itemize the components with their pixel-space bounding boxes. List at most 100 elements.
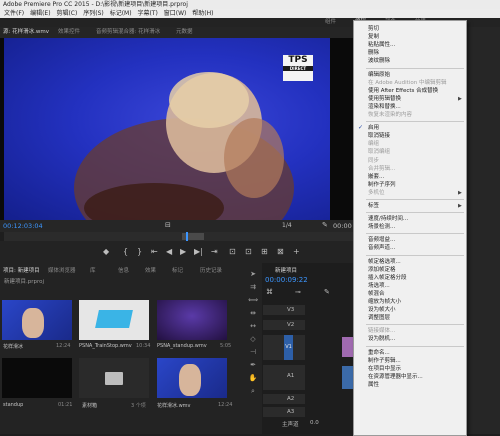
tab-effect-controls[interactable]: 效果控件 — [58, 27, 80, 38]
add-marker-icon[interactable]: ◆ — [103, 247, 109, 256]
video-frame[interactable] — [4, 38, 330, 220]
tab-markers[interactable]: 标记 — [172, 266, 183, 274]
menu-item[interactable]: 启用 — [368, 124, 379, 132]
step-forward-icon[interactable]: ▶| — [194, 247, 203, 256]
clip-thumbnail[interactable] — [2, 358, 72, 398]
menu-item[interactable]: 粘贴属性... — [368, 41, 395, 49]
menu-item[interactable]: 取消链接 — [368, 132, 390, 140]
menu-file[interactable]: 文件(F) — [4, 9, 24, 18]
menu-item[interactable]: 删除 — [368, 49, 379, 57]
source-scrubber[interactable] — [4, 232, 354, 241]
menu-item[interactable]: 嵌套... — [368, 173, 384, 181]
rolling-edit-tool-icon[interactable]: ⇹ — [248, 309, 258, 318]
menu-title[interactable]: 字幕(T) — [137, 9, 157, 18]
menu-item[interactable]: 波纹删除 — [368, 57, 390, 65]
tab-sequence[interactable]: 新建项目 — [275, 266, 297, 274]
menu-item[interactable]: 音频声道... — [368, 244, 395, 252]
go-to-in-icon[interactable]: ⇤ — [151, 247, 158, 256]
menu-item[interactable]: 重命名... — [368, 349, 390, 357]
mark-in-icon[interactable]: { — [123, 247, 128, 256]
tab-history[interactable]: 历史记录 — [200, 266, 222, 274]
overwrite-icon[interactable]: ⊡ — [245, 247, 252, 256]
snap-icon[interactable]: ⌘ — [266, 288, 273, 296]
clip-name[interactable]: PSNA_TrainStop.wmv — [79, 343, 132, 349]
menu-item[interactable]: 属性 — [368, 381, 379, 389]
tab-metadata[interactable]: 元数据 — [176, 27, 193, 38]
tab-libraries[interactable]: 库 — [90, 266, 96, 274]
menu-item[interactable]: 使用 After Effects 合成替换 — [368, 87, 438, 95]
linked-selection-icon[interactable]: ⊸ — [295, 288, 301, 296]
menu-marker[interactable]: 标记(M) — [110, 9, 132, 18]
menu-item[interactable]: 编辑原始 — [368, 71, 390, 79]
rate-stretch-tool-icon[interactable]: ↔ — [248, 322, 258, 331]
track-a1[interactable] — [263, 365, 305, 390]
menu-edit[interactable]: 编辑(E) — [30, 9, 50, 18]
marker-icon[interactable]: ⊟ — [165, 221, 171, 229]
slip-tool-icon[interactable]: ⊣ — [248, 348, 258, 357]
clip-thumbnail[interactable] — [157, 300, 227, 340]
menu-item[interactable]: 插入帧定格分段 — [368, 274, 407, 282]
menu-window[interactable]: 窗口(W) — [164, 9, 187, 18]
step-back-icon[interactable]: ◀ — [166, 247, 172, 256]
clip-name[interactable]: 花样滑冰.wmv — [157, 402, 191, 409]
menu-item[interactable]: 添加帧定格 — [368, 266, 396, 274]
pen-tool-icon[interactable]: ✒ — [248, 361, 258, 370]
menu-item[interactable]: 音频增益... — [368, 236, 395, 244]
menu-item[interactable]: 帧混合 — [368, 290, 385, 298]
clip-name[interactable]: standup — [3, 402, 23, 408]
menu-help[interactable]: 帮助(H) — [192, 9, 213, 18]
menu-item[interactable]: 在项目中显示 — [368, 365, 401, 373]
bin-thumbnail[interactable] — [79, 358, 149, 398]
track-select-tool-icon[interactable]: ⇉ — [248, 283, 258, 292]
menu-item[interactable]: 在资源管理器中显示... — [368, 373, 423, 381]
tab-project[interactable]: 项目: 新建项目 — [3, 266, 40, 274]
go-to-out-icon[interactable]: ⇥ — [211, 247, 218, 256]
source-timecode[interactable]: 00:12:03:04 — [3, 222, 43, 230]
track-v2[interactable] — [263, 320, 305, 330]
menu-item[interactable]: 场景检测... — [368, 223, 395, 231]
razor-tool-icon[interactable]: ◇ — [248, 335, 258, 344]
clip-name[interactable]: 花样滑冰 — [3, 343, 23, 350]
safe-margins-icon[interactable]: ⊠ — [277, 247, 284, 256]
tab-source[interactable]: 源: 花样滑冰.wmv — [3, 27, 49, 38]
play-icon[interactable]: ▶ — [180, 247, 186, 256]
menu-item[interactable]: 渲染和替换... — [368, 103, 401, 111]
menu-item[interactable]: 速度/持续时间... — [368, 215, 408, 223]
track-v3[interactable] — [263, 305, 305, 315]
menu-item[interactable]: 调整图层 — [368, 314, 390, 322]
mark-out-icon[interactable]: } — [137, 247, 142, 256]
menu-item[interactable]: 复制 — [368, 33, 379, 41]
button-editor-icon[interactable]: + — [293, 247, 300, 256]
tab-media-browser[interactable]: 媒体浏览器 — [48, 266, 76, 274]
insert-icon[interactable]: ⊡ — [229, 247, 236, 256]
zoom-tool-icon[interactable]: ⌕ — [248, 387, 258, 396]
menu-item[interactable]: 制作子序列 — [368, 181, 396, 189]
menu-item[interactable]: 设为脱机... — [368, 335, 395, 343]
menu-clip[interactable]: 剪辑(C) — [56, 9, 77, 18]
program-timecode[interactable]: 00:00 — [333, 222, 352, 230]
settings-wrench-icon[interactable]: ✎ — [324, 288, 330, 296]
fit-dropdown[interactable]: 1/4 — [282, 222, 292, 229]
clip-thumbnail[interactable] — [157, 358, 227, 398]
target-v1[interactable]: V1 — [284, 335, 293, 360]
hand-tool-icon[interactable]: ✋ — [248, 374, 258, 383]
menu-sequence[interactable]: 序列(S) — [83, 9, 104, 18]
clip-name[interactable]: PSNA_standup.wmv — [157, 343, 207, 349]
menu-item[interactable]: 制作子剪辑... — [368, 357, 401, 365]
master-volume[interactable]: 0.0 — [310, 420, 319, 426]
bin-name[interactable]: 素材箱 — [82, 402, 97, 409]
menu-item[interactable]: 标签 — [368, 202, 379, 210]
menu-item[interactable]: 缩放为帧大小 — [368, 298, 401, 306]
wrench-icon[interactable]: ✎ — [322, 221, 328, 229]
tab-audio-clip-mixer[interactable]: 音频剪辑混合器: 花样滑冰 — [96, 27, 160, 38]
menu-item[interactable]: 使用剪辑替换 — [368, 95, 401, 103]
ripple-edit-tool-icon[interactable]: ⟺ — [248, 296, 258, 305]
menu-item[interactable]: 帧定格选项... — [368, 258, 401, 266]
tab-info[interactable]: 信息 — [118, 266, 129, 274]
export-frame-icon[interactable]: ⊞ — [261, 247, 268, 256]
menu-item[interactable]: 剪切 — [368, 25, 379, 33]
timeline-timecode[interactable]: 00:00:09:22 — [265, 276, 308, 284]
selection-tool-icon[interactable]: ➤ — [248, 270, 258, 279]
menu-item[interactable]: 场选项... — [368, 282, 390, 290]
menu-item[interactable]: 设为帧大小 — [368, 306, 396, 314]
